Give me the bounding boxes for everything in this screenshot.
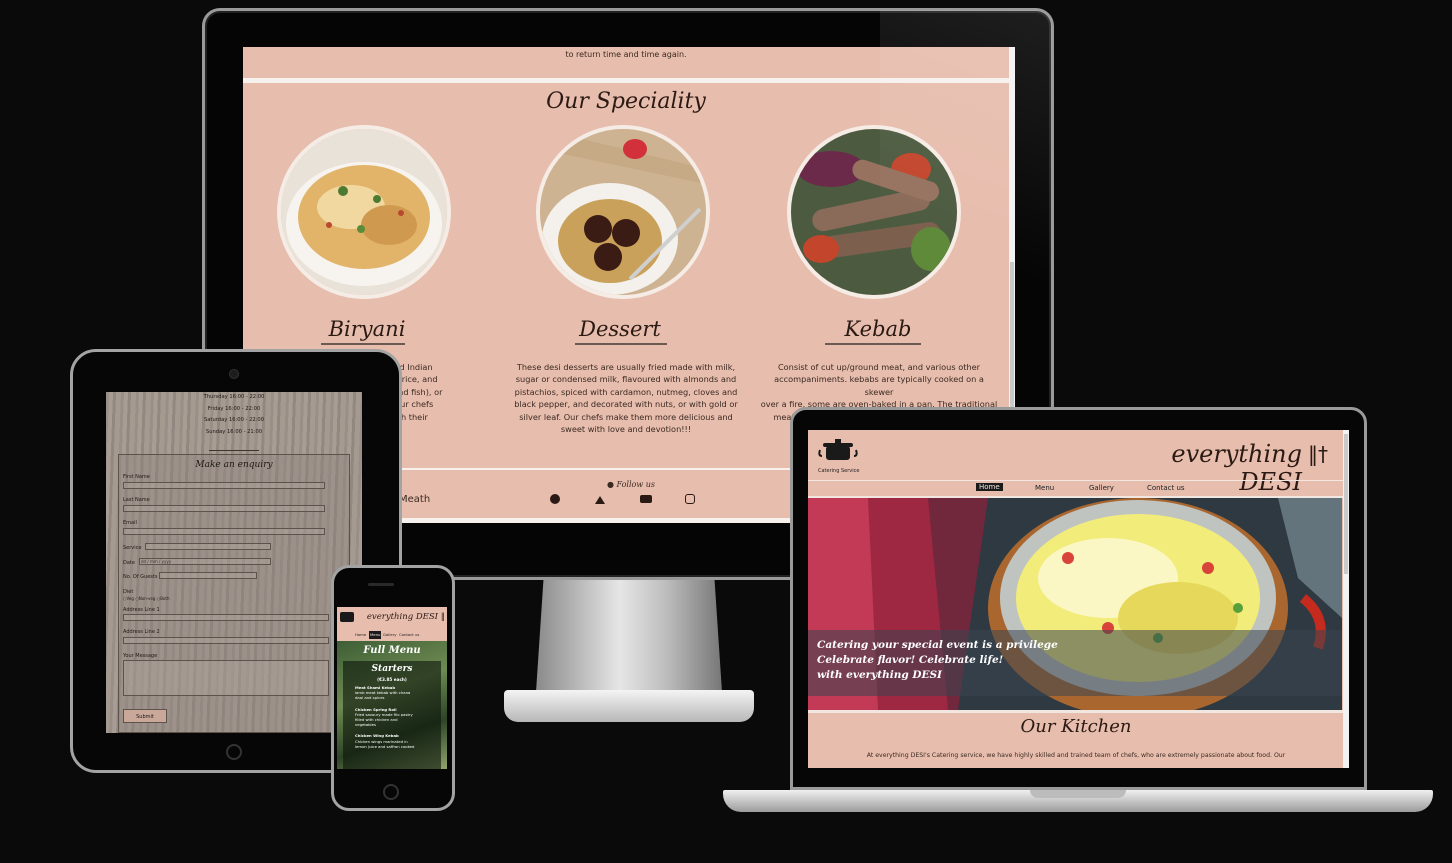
nav-menu[interactable]: Menu: [369, 631, 382, 639]
monitor-stand-neck: [536, 580, 722, 692]
nav-menu[interactable]: Menu: [1035, 484, 1054, 492]
nav-contact[interactable]: Contact us: [399, 631, 419, 639]
address1-label: Address Line 1: [123, 607, 160, 613]
catering-logo: Catering Service: [818, 436, 860, 474]
nav-gallery[interactable]: Gallery: [1089, 484, 1114, 492]
phone-brand-text: everything DESI: [366, 612, 439, 622]
hero-line-2: Celebrate flavor! Celebrate life!: [817, 654, 1004, 666]
diet-option-nonveg: Non-veg: [138, 596, 156, 601]
biryani-image: [277, 125, 451, 299]
phone-nav: Home Menu Gallery Contact us: [337, 631, 447, 639]
date-input[interactable]: dd / mm / yyyy: [139, 558, 271, 565]
diet-option-both: Both: [160, 596, 170, 601]
menu-items: Meat Shami Kebab lamb meat kebab with ch…: [355, 685, 439, 749]
nav-home[interactable]: Home: [976, 483, 1003, 491]
tablet-screen: Thursday 16:00 - 22:00 Friday 16:00 - 22…: [106, 392, 362, 733]
menu-item-desc: lamb meat kebab with chana daal and spic…: [355, 690, 411, 701]
dish-title-dessert: Dessert: [579, 317, 661, 341]
address2-input[interactable]: [123, 637, 329, 644]
tablet-camera: [229, 369, 239, 379]
dessert-image: [536, 125, 710, 299]
submit-button[interactable]: Submit: [123, 709, 167, 723]
monitor-glare: [880, 10, 1052, 410]
hero-divider: [808, 710, 1344, 713]
instagram-icon[interactable]: [685, 494, 695, 504]
message-textarea[interactable]: [123, 660, 329, 696]
menu-price: (€3.85 each): [377, 677, 407, 682]
address1-input[interactable]: [123, 614, 329, 621]
hero-tagline: Catering your special event is a privile…: [817, 638, 1058, 683]
service-select[interactable]: [145, 543, 271, 550]
phone-speaker: [368, 583, 394, 586]
youtube-icon[interactable]: [640, 495, 652, 503]
footer-location: Meath: [399, 494, 431, 505]
menu-item-desc: Fried savoury made filo pastry filled wi…: [355, 711, 413, 728]
follow-us: ● Follow us: [595, 480, 667, 489]
kitchen-title: Our Kitchen: [1020, 716, 1132, 737]
tablet-home-button[interactable]: [226, 744, 242, 760]
menu-card: Starters (€3.85 each) Meat Shami Kebab l…: [343, 661, 441, 769]
opening-hours: Thursday 16:00 - 22:00 Friday 16:00 - 22…: [106, 392, 362, 438]
nav-border-top: [808, 480, 1344, 481]
hours-line: Saturday 16:00 - 22:00: [203, 417, 265, 423]
nav-gallery[interactable]: Gallery: [383, 631, 397, 639]
diet-option-veg: Veg: [126, 596, 134, 601]
hours-divider: [209, 450, 259, 451]
menu-title: Full Menu: [363, 645, 421, 656]
twitter-icon[interactable]: [595, 496, 605, 504]
laptop-screen: Catering Service everything DESI ‖† Home…: [808, 430, 1349, 768]
phone-screen: everything DESI ‖ Home Menu Gallery Cont…: [337, 607, 447, 769]
service-label: Service: [123, 545, 142, 551]
dish-text-dessert: These desi desserts are usually fried ma…: [514, 362, 738, 435]
enquiry-form: Make an enquiry First Name Last Name Ema…: [118, 454, 350, 733]
follow-us-label: Follow us: [616, 480, 656, 489]
guests-input[interactable]: [159, 572, 257, 579]
hours-line: Sunday 16:00 - 21:00: [205, 428, 263, 435]
dish-underline: [575, 343, 667, 345]
address2-label: Address Line 2: [123, 629, 160, 635]
diet-options: ○Veg ○Non-veg ○Both: [123, 596, 169, 601]
phone-brand: everything DESI ‖: [359, 612, 445, 622]
cutlery-icon: ‖: [440, 612, 445, 622]
dish-title-biryani: Biryani: [328, 317, 406, 341]
dish-underline: [321, 343, 405, 345]
menu-category: Starters: [371, 664, 413, 674]
hero-line-3: with everything DESI: [817, 669, 942, 681]
user-icon: ●: [606, 480, 614, 489]
email-input[interactable]: [123, 528, 325, 535]
phone-logo: [340, 612, 354, 622]
diet-label: Diet: [123, 589, 134, 595]
last-name-label: Last Name: [123, 497, 150, 503]
hours-line: Thursday 16:00 - 22:00: [203, 394, 265, 400]
laptop-notch: [1030, 790, 1126, 798]
laptop-scrollbar[interactable]: [1343, 430, 1349, 768]
form-title: Make an enquiry: [195, 460, 273, 470]
first-name-input[interactable]: [123, 482, 325, 489]
message-label: Your Message: [123, 653, 158, 659]
monitor-stand-foot: [504, 690, 754, 722]
phone-home-button[interactable]: [383, 784, 399, 800]
date-label: Date: [123, 560, 135, 566]
menu-item-desc: Chicken wings marinated in lemon juice a…: [355, 738, 415, 749]
cutlery-icon: ‖†: [1308, 442, 1328, 466]
hero-line-1: Catering your special event is a privile…: [817, 639, 1058, 651]
email-label: Email: [123, 520, 137, 526]
hours-line: Friday 16:00 - 22:00: [207, 405, 261, 412]
facebook-icon[interactable]: [550, 494, 560, 504]
nav-contact[interactable]: Contact us: [1147, 484, 1185, 492]
nav-home[interactable]: Home: [355, 631, 366, 639]
kitchen-text: At everything DESI's Catering service, w…: [866, 752, 1286, 759]
last-name-input[interactable]: [123, 505, 325, 512]
first-name-label: First Name: [123, 474, 150, 480]
logo-caption: Catering Service: [818, 468, 860, 474]
guests-label: No. Of Guests: [123, 574, 158, 580]
